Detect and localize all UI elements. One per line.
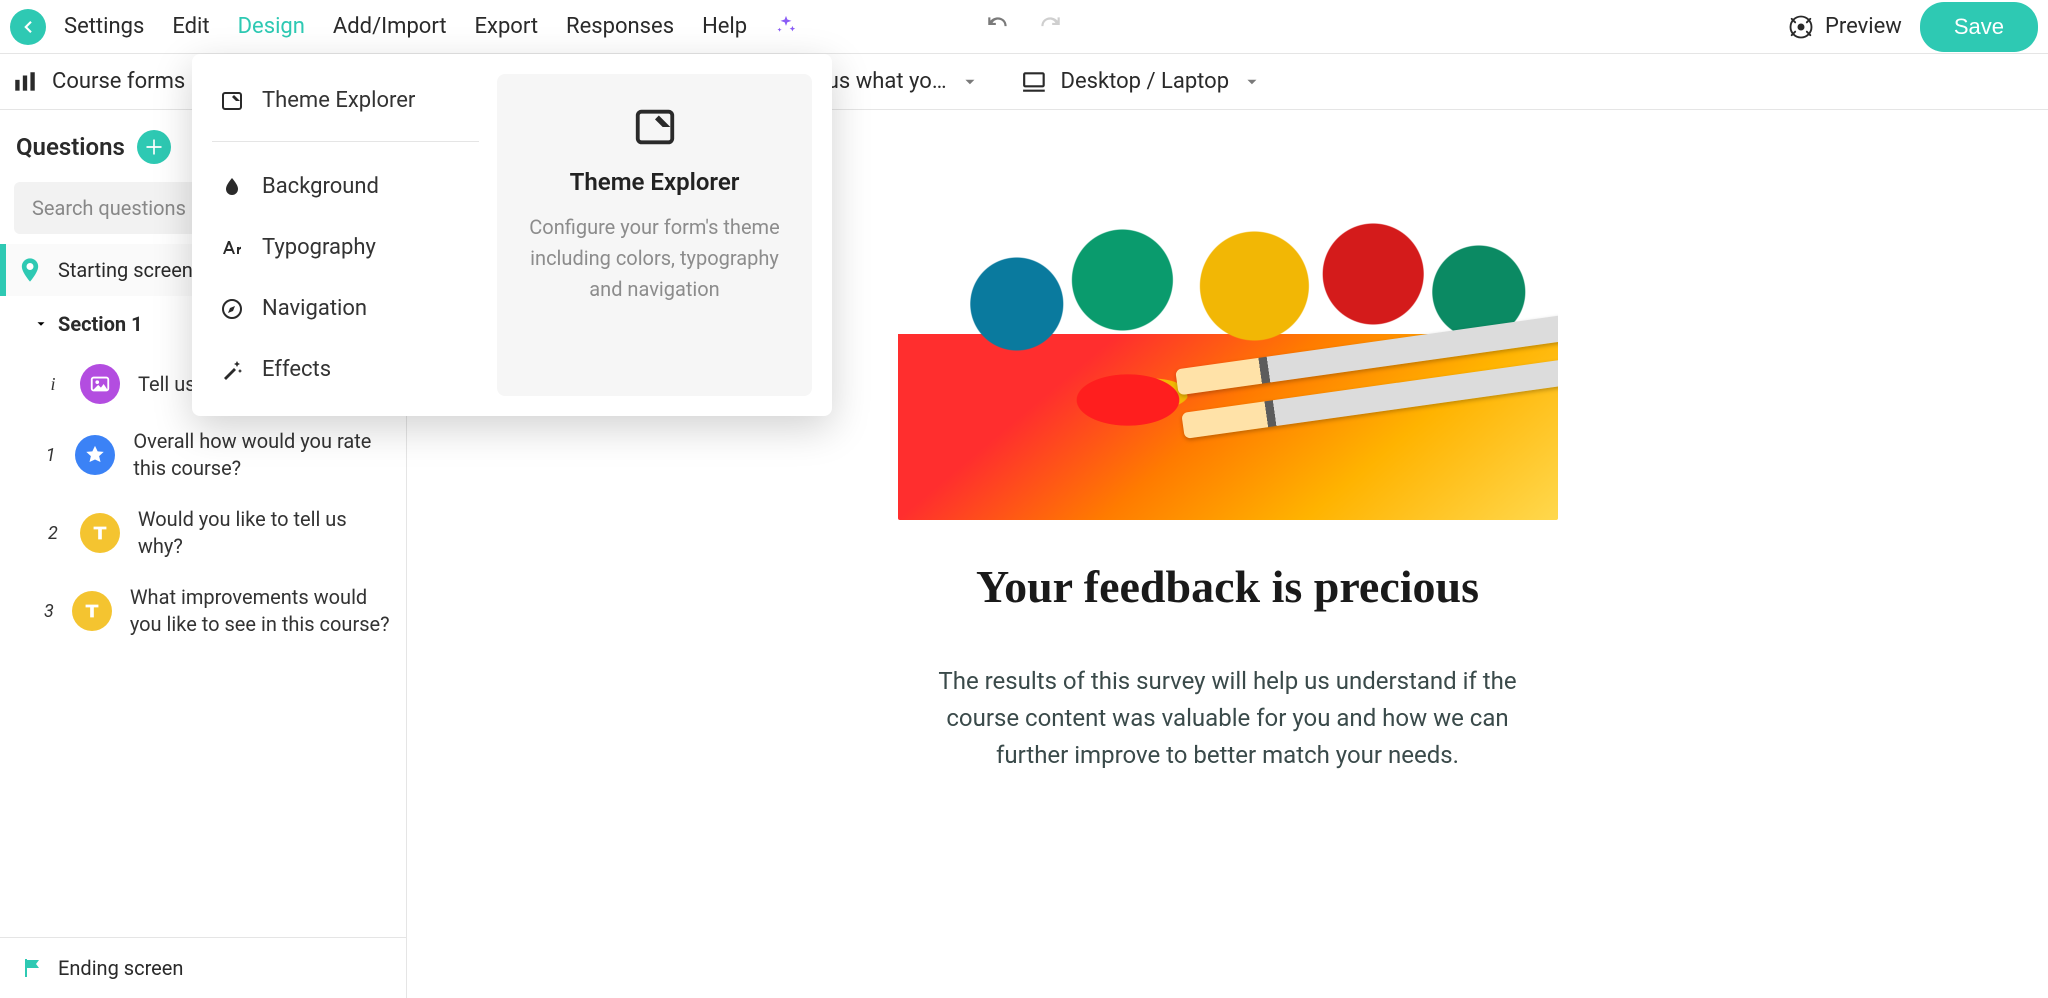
design-dropdown-detail: Theme Explorer Configure your form's the… [497,74,812,396]
question-number: 1 [44,445,57,466]
design-dropdown: Theme Explorer Background Typography Nav… [192,54,832,416]
text-icon [89,522,111,544]
form-preview: Your feedback is precious The results of… [898,220,1558,799]
menu-export[interactable]: Export [475,14,539,39]
question-type-badge [72,591,112,631]
question-text: Would you like to tell us why? [138,506,394,560]
star-icon [84,444,106,466]
dropdown-item-label: Navigation [262,296,367,321]
preview-label: Preview [1825,14,1902,39]
menu-help[interactable]: Help [702,14,747,39]
plus-icon [144,137,164,157]
forms-icon [12,69,38,95]
preview-icon [1787,13,1815,41]
brushes-decoration [1175,311,1558,439]
location-pin-icon [16,256,44,284]
menu-design[interactable]: Design [238,14,305,39]
menu-responses[interactable]: Responses [566,14,674,39]
device-selector[interactable]: Desktop / Laptop [1021,69,1262,95]
form-description: The results of this survey will help us … [908,663,1548,775]
redo-button[interactable] [1037,12,1063,42]
question-number: i [44,374,62,395]
question-type-badge [75,435,115,475]
question-type-badge [80,513,120,553]
hero-image [898,220,1558,520]
question-item[interactable]: 1 Overall how would you rate this course… [4,416,402,494]
sparkle-icon [775,14,797,36]
question-item[interactable]: 2 Would you like to tell us why? [4,494,402,572]
question-text: What improvements would you like to see … [130,584,394,638]
breadcrumb-label: Course forms [52,69,185,94]
save-button[interactable]: Save [1920,2,2038,52]
design-dropdown-list: Theme Explorer Background Typography Nav… [212,74,479,396]
canvas-selectors: Tell us what yo… Desktop / Laptop [787,69,1261,95]
back-button[interactable] [10,9,46,45]
compass-icon [220,297,244,321]
dropdown-divider [212,141,479,142]
paint-splash-decoration [1068,370,1188,430]
add-question-button[interactable] [137,130,171,164]
starting-screen-label: Starting screen [58,258,193,282]
section-title: Section 1 [58,312,143,336]
dropdown-item-navigation[interactable]: Navigation [212,282,479,335]
desktop-icon [1021,69,1047,95]
undo-icon [985,12,1011,38]
ending-screen-label: Ending screen [58,956,183,980]
menu-edit[interactable]: Edit [172,14,209,39]
redo-icon [1037,12,1063,38]
history-actions [985,12,1063,42]
text-icon [81,600,103,622]
question-number: 2 [44,523,62,544]
right-actions: Preview Save [1787,2,2038,52]
dropdown-detail-title: Theme Explorer [570,168,740,196]
ai-sparkle-button[interactable] [775,14,797,40]
questions-title: Questions [16,133,125,161]
question-text: Overall how would you rate this course? [133,428,394,482]
dropdown-item-background[interactable]: Background [212,160,479,213]
menu-add-import[interactable]: Add/Import [333,14,447,39]
question-number: 3 [44,601,54,622]
flag-icon [20,956,44,980]
dropdown-item-label: Background [262,174,379,199]
chevron-down-icon [1243,73,1261,91]
dropdown-item-typography[interactable]: Typography [212,221,479,274]
chevron-down-icon [961,73,979,91]
question-text: Tell us [138,371,196,398]
form-title: Your feedback is precious [976,560,1479,613]
typography-icon [220,236,244,260]
top-menu-bar: Settings Edit Design Add/Import Export R… [0,0,2048,54]
question-type-badge [80,364,120,404]
dropdown-item-theme-explorer[interactable]: Theme Explorer [212,74,479,127]
device-selector-label: Desktop / Laptop [1061,69,1230,94]
image-icon [89,373,111,395]
chevron-left-icon [19,18,37,36]
theme-explorer-icon [220,89,244,113]
ending-screen-item[interactable]: Ending screen [0,937,406,998]
undo-button[interactable] [985,12,1011,42]
preview-button[interactable]: Preview [1787,13,1902,41]
theme-explorer-icon [632,104,678,150]
dropdown-item-label: Effects [262,357,331,382]
collapse-triangle-icon [34,317,48,331]
droplet-icon [220,175,244,199]
dropdown-item-label: Typography [262,235,376,260]
dropdown-detail-description: Configure your form's theme including co… [521,212,788,305]
menu-settings[interactable]: Settings [64,14,144,39]
dropdown-item-label: Theme Explorer [262,88,415,113]
dropdown-item-effects[interactable]: Effects [212,343,479,396]
main-menu: Settings Edit Design Add/Import Export R… [64,14,797,40]
question-item[interactable]: 3 What improvements would you like to se… [4,572,402,650]
wand-icon [220,358,244,382]
